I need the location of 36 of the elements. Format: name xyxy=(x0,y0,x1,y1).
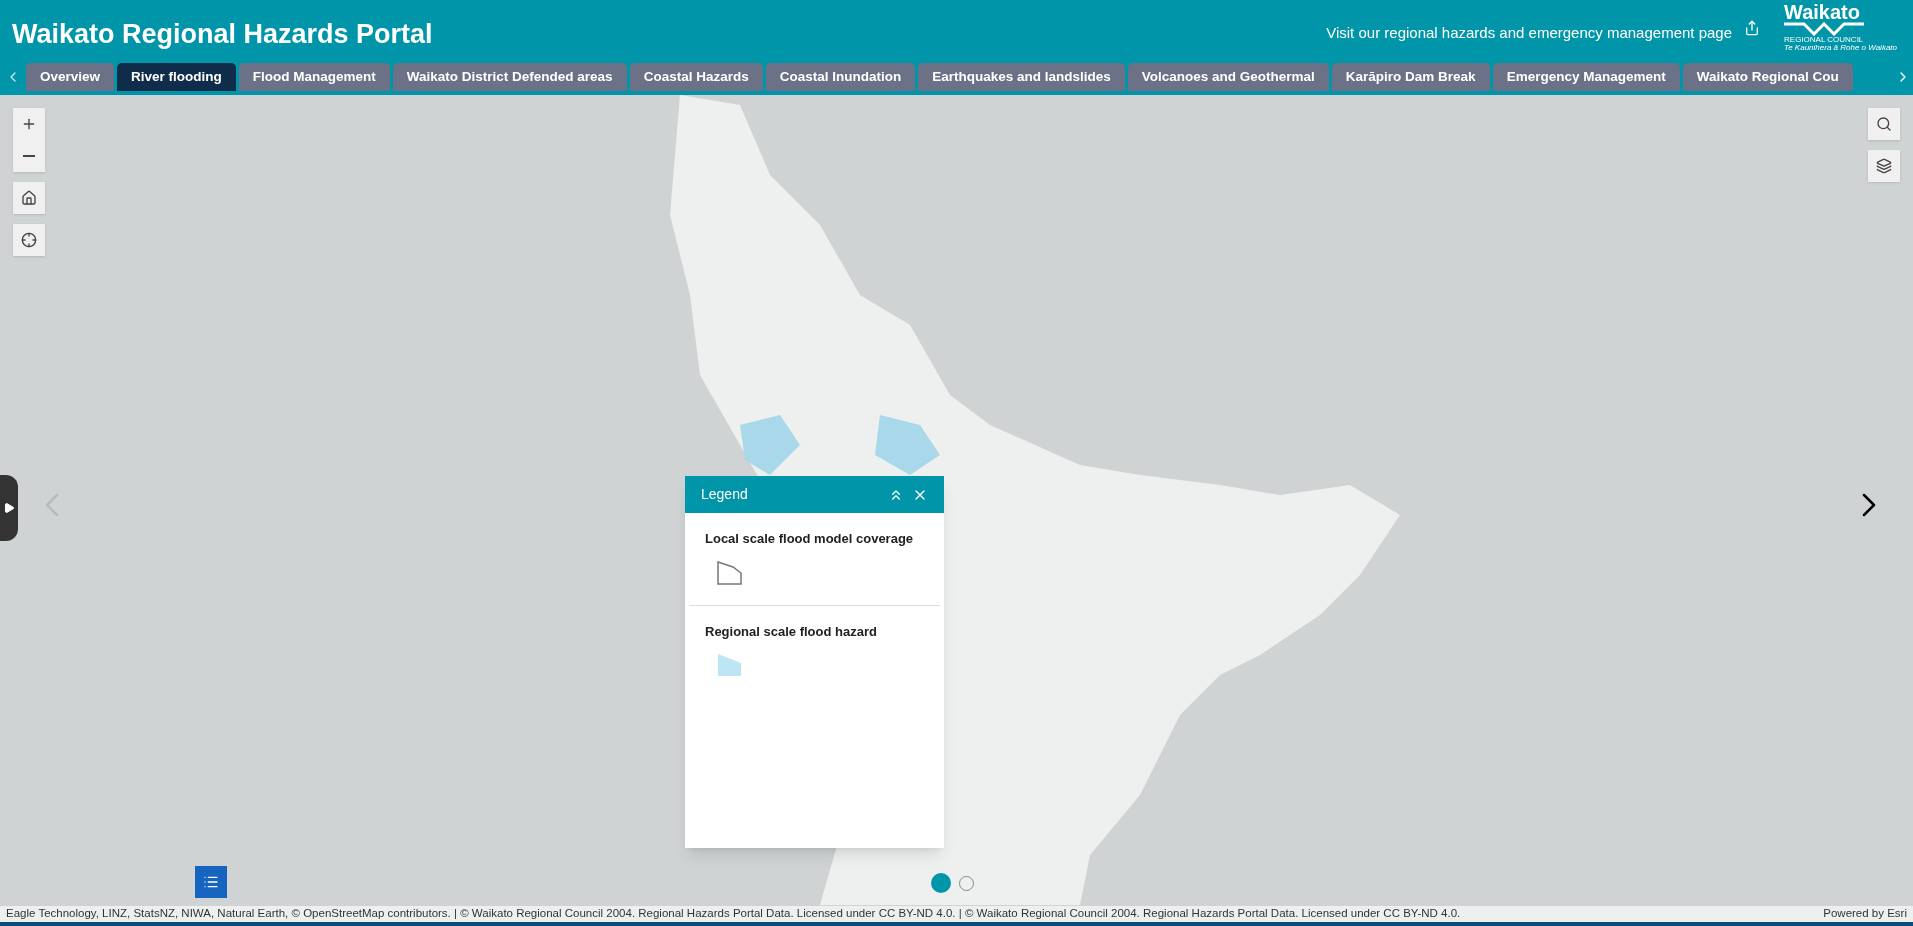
list-icon xyxy=(203,874,219,890)
plus-icon xyxy=(21,116,37,132)
legend-toggle-button[interactable] xyxy=(195,866,227,898)
play-icon xyxy=(3,502,15,514)
nav-tab[interactable]: Volcanoes and Geothermal xyxy=(1127,63,1329,91)
legend-layer-title: Local scale flood model coverage xyxy=(705,530,915,548)
layers-icon xyxy=(1876,158,1892,174)
outline-polygon-icon xyxy=(717,560,743,585)
locate-button[interactable] xyxy=(13,224,45,256)
nav-tab[interactable]: Emergency Management xyxy=(1492,63,1680,91)
crosshair-icon xyxy=(21,232,37,248)
search-button[interactable] xyxy=(1868,108,1900,140)
nav-tab[interactable]: Waikato Regional Cou xyxy=(1682,63,1853,91)
nav-tab[interactable]: River flooding xyxy=(117,63,236,91)
nav-tab[interactable]: Karāpiro Dam Break xyxy=(1331,63,1490,91)
filled-polygon-icon xyxy=(717,653,743,677)
legend-title: Legend xyxy=(701,485,748,504)
nav-tab[interactable]: Overview xyxy=(26,63,115,91)
home-icon xyxy=(21,190,37,206)
nav-tab[interactable]: Flood Management xyxy=(238,63,390,91)
nav-tab[interactable]: Coastal Inundation xyxy=(765,63,916,91)
layers-button[interactable] xyxy=(1868,150,1900,182)
side-panel-toggle[interactable] xyxy=(0,475,18,541)
powered-by-text[interactable]: Powered by Esri xyxy=(1823,905,1907,923)
home-button[interactable] xyxy=(13,182,45,214)
legend-layer-title: Regional scale flood hazard xyxy=(705,622,878,641)
portal-title: Waikato Regional Hazards Portal xyxy=(12,18,433,51)
search-icon xyxy=(1876,116,1892,132)
regional-hazards-link[interactable]: Visit our regional hazards and emergency management page xyxy=(1326,22,1733,45)
nav-tab[interactable]: Coastal Hazards xyxy=(629,63,763,91)
council-logo: Waikato REGIONAL COUNCIL Te Kaunihera ā Rohe o Waikato xyxy=(1784,2,1897,52)
share-icon[interactable] xyxy=(1744,20,1761,36)
nav-tab[interactable]: Waikato District Defended areas xyxy=(392,63,627,91)
attribution-text: Eagle Technology, LINZ, StatsNZ, NIWA, Natural Earth, © OpenStreetMap contributors. | © Waikato Regional Council 2004. Regional Hazards Portal Data. Licensed under CC BY-ND 4.0. | © Waikato Regional Council 2004. Regional Hazards Portal Data. Licensed under CC BY-ND 4.0. xyxy=(6,906,1461,922)
minus-icon xyxy=(23,155,35,157)
nav-tab[interactable]: Earthquakes and landslides xyxy=(918,63,1125,91)
